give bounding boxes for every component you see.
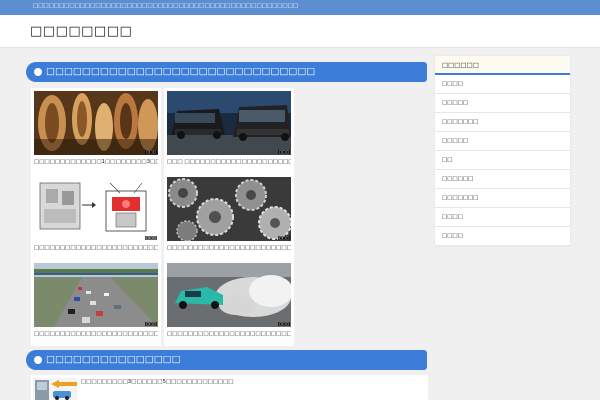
sidebar-category-item[interactable]: □□□□□□□ [435, 189, 570, 208]
category-sidebar: □□□□□□ □□□□ □□□□□ □□□□□□□ □□□□□ □□ □□□□□… [435, 56, 570, 246]
article-title[interactable]: □□□□□□□□□3□□□□□□5□□□□□□□□□□□□□ [81, 379, 234, 385]
image-credit-badge: □□□ [278, 150, 290, 154]
site-header: □□□□□□□□ [0, 15, 600, 48]
article-card[interactable]: □□□ □□□□□□□□□□□□□1□□□□□□□□3□□□□□□□□ [31, 88, 161, 174]
category-label[interactable]: □□□□□□□ [442, 119, 478, 125]
list-item[interactable]: □□□□□□□□□3□□□□□□5□□□□□□□□□□□□□ [31, 375, 428, 400]
image-credit-badge: □□□ [278, 322, 290, 326]
article-title[interactable]: □□□□□□□□□□□□□□□□□□□□□□□□□□□□□□□□□ [34, 245, 158, 252]
bullet-icon [34, 68, 42, 76]
category-label[interactable]: □□□□ [442, 81, 463, 87]
sidebar-category-item[interactable]: □□□□□□□ [435, 113, 570, 132]
sidebar-category-item[interactable]: □□ [435, 151, 570, 170]
top-announcement-bar: □□□□□□□□□□□□□□□□□□□□□□□□□□□□□□□□□□□□□□□□… [0, 0, 600, 15]
sidebar-header: □□□□□□ [435, 56, 570, 75]
sidebar-category-item[interactable]: □□□□ [435, 208, 570, 227]
exchange-thumbnail[interactable] [33, 378, 77, 400]
latest-section-title: □□□□□□□□□□□□□□□ [46, 354, 181, 365]
featured-section-title: □□□□□□□□□□□□□□□□□□□□□□□□□□□□□□ [46, 66, 316, 77]
article-title[interactable]: □□□□□□□□□□□□□□□□□□□□□□□□□□□□□□□□□□□□□□□□ [167, 245, 291, 252]
category-label[interactable]: □□□□ [442, 233, 463, 239]
category-label[interactable]: □□ [442, 157, 452, 163]
category-label[interactable]: □□□□ [442, 214, 463, 220]
image-credit-badge: □□□ [145, 322, 157, 326]
article-card[interactable]: □□□ □□□□□□□□□□□□□□□□□□□□□□□□□□□□□□□□□□□□… [164, 174, 294, 260]
latest-section-header: □□□□□□□□□□□□□□□ [26, 350, 427, 370]
category-label[interactable]: □□□□□ [442, 100, 468, 106]
drift-car-image[interactable]: □□□ [167, 263, 291, 327]
article-title[interactable]: □□□□□□□□□□□□□□□□□□□□□□□□□□□□□□□□□□□□□□□□… [167, 331, 291, 338]
site-title-link[interactable]: □□□□□□□□ [30, 24, 132, 39]
category-label[interactable]: □□□□□ [442, 138, 468, 144]
article-card[interactable]: □□□ □□□□□□□□□□□□□□□□□□□□□□□□□□□□□□□□□□□□… [31, 260, 161, 346]
engine-parts-image[interactable]: □□□ [34, 91, 158, 155]
sidebar-category-item[interactable]: □□□□□ [435, 132, 570, 151]
image-credit-badge: □□□ [278, 236, 290, 240]
category-label[interactable]: □□□□□□ [442, 176, 473, 182]
article-title[interactable]: □□□□□□□□□□□□□□□□□□□□□□□□□□□□□□□□□□□□□… [34, 331, 158, 338]
sidebar-category-item[interactable]: □□□□□□ [435, 170, 570, 189]
image-credit-badge: □□□ [145, 236, 157, 240]
gears-image[interactable]: □□□ [167, 177, 291, 241]
sidebar-category-item[interactable]: □□□□□ [435, 94, 570, 113]
image-credit-badge: □□□ [145, 150, 157, 154]
category-label[interactable]: □□□□□□□ [442, 195, 478, 201]
sidebar-category-item[interactable]: □□□□ [435, 75, 570, 94]
sidebar-title: □□□□□□ [442, 61, 479, 69]
minivan-night-image[interactable]: □□□ [167, 91, 291, 155]
article-card[interactable]: □□□ □□□□□□□□□□□□□□□□□□□□□□□□□□□□□□□□□□□□… [164, 260, 294, 346]
bullet-icon [34, 356, 42, 364]
article-card[interactable]: □□□ □□□ □□□□□□□□□□□□□□□□□□□□□□□□□□ [164, 88, 294, 174]
sidebar-category-item[interactable]: □□□□ [435, 227, 570, 246]
article-title[interactable]: □□□ □□□□□□□□□□□□□□□□□□□□□□□□□□ [167, 159, 291, 166]
highway-traffic-image[interactable]: □□□ [34, 263, 158, 327]
site-tagline: □□□□□□□□□□□□□□□□□□□□□□□□□□□□□□□□□□□□□□□□… [33, 3, 299, 9]
engine-diagram-image[interactable]: □□□ [34, 177, 158, 241]
article-title[interactable]: □□□□□□□□□□□□□1□□□□□□□□3□□□□□□□□ [34, 159, 158, 166]
article-card[interactable]: □□□ □□□□□□□□□□□□□□□□□□□□□□□□□□□□□□□□□ [31, 174, 161, 260]
featured-section-header: □□□□□□□□□□□□□□□□□□□□□□□□□□□□□□ [26, 62, 427, 82]
